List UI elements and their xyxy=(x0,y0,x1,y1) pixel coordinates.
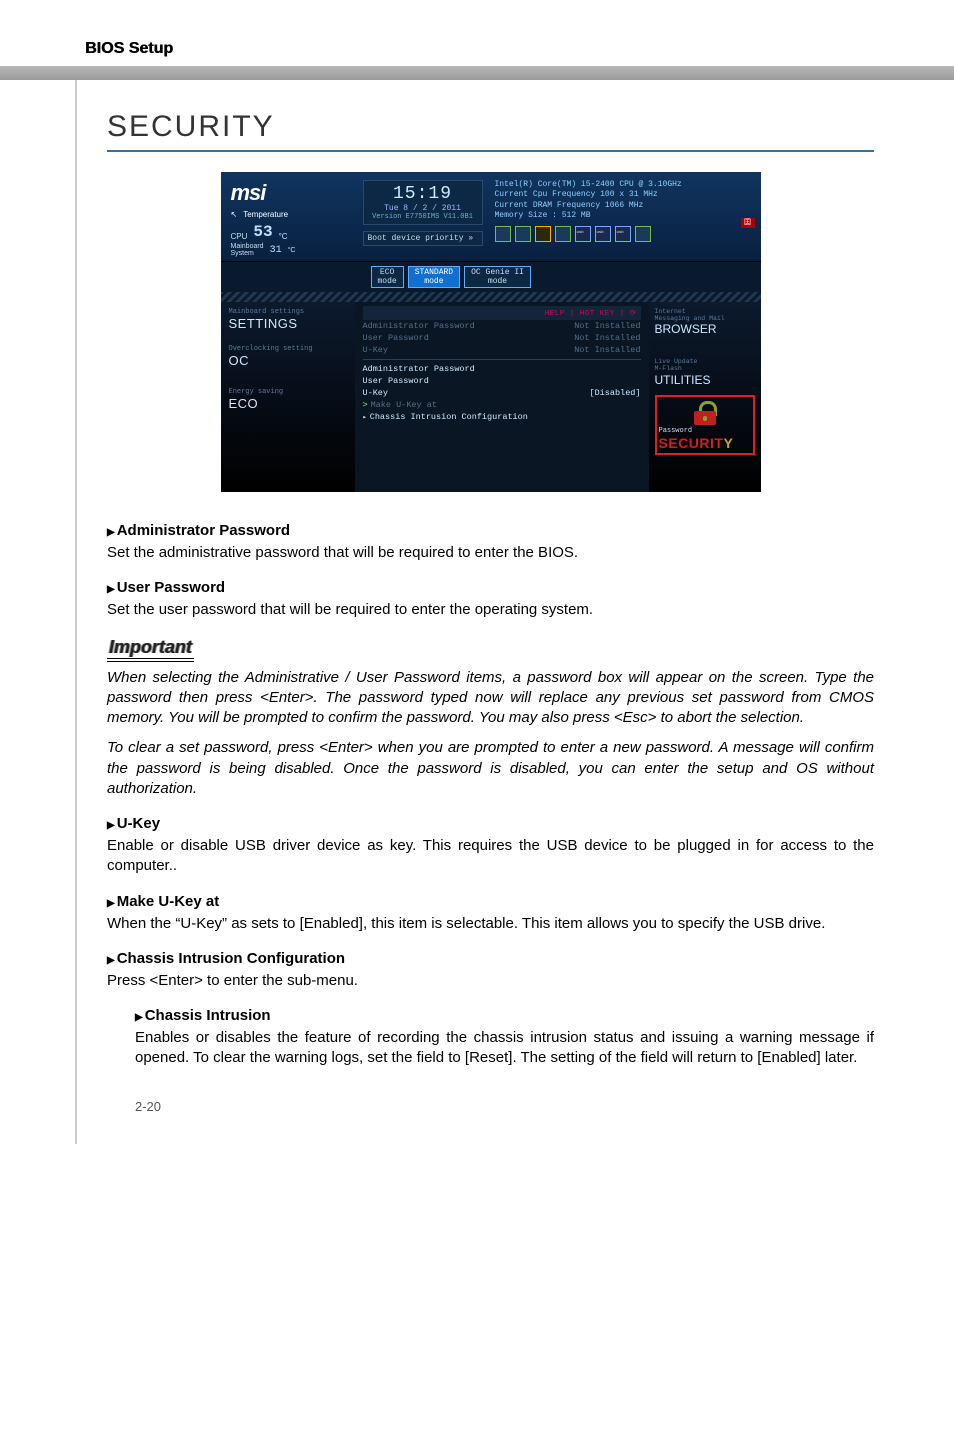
msi-logo: msi xyxy=(231,180,351,206)
heading-make-ukey: ▶Make U-Key at xyxy=(107,893,874,910)
triangle-icon: ▶ xyxy=(107,955,115,966)
text-admin-password: Set the administrative password that wil… xyxy=(107,543,874,563)
clock-date: Tue 8 / 2 / 2011 xyxy=(370,204,476,213)
row-make-ukey[interactable]: Make U-Key at xyxy=(363,399,641,411)
sidebar-item-oc[interactable]: Overclocking setting OC xyxy=(229,345,349,368)
cpu-label: CPU xyxy=(231,232,248,241)
cpu-temperature-value: 53 xyxy=(253,223,272,241)
mode-tabs: ECO mode STANDARD mode OC Genie II mode xyxy=(221,262,761,292)
text-important-p1: When selecting the Administrative / User… xyxy=(107,668,874,729)
boot-device-icons xyxy=(495,226,751,242)
heading-chassis-intrusion: ▶Chassis Intrusion xyxy=(135,1007,874,1024)
header-separator-bar xyxy=(0,66,954,80)
text-ukey: Enable or disable USB driver device as k… xyxy=(107,836,874,877)
section-title: SECURITY xyxy=(107,110,874,152)
cursor-icon: ↖ xyxy=(231,210,238,219)
sysinfo-dram-freq: Current DRAM Frequency 1066 MHz xyxy=(495,201,751,211)
separator xyxy=(363,359,641,360)
heading-chassis-config: ▶Chassis Intrusion Configuration xyxy=(107,950,874,967)
tab-ocgenie-mode[interactable]: OC Genie II mode xyxy=(464,266,531,288)
usb-icon[interactable] xyxy=(575,226,591,242)
text-chassis-config: Press <Enter> to enter the sub-menu. xyxy=(107,971,874,991)
eco-label: ECO xyxy=(229,396,349,411)
hdd-icon[interactable] xyxy=(515,226,531,242)
mainboard-label: Mainboard System xyxy=(231,243,264,257)
temperature-label: Temperature xyxy=(243,210,288,219)
sidebar-item-browser[interactable]: Internet Messaging and Mail BROWSER xyxy=(655,308,755,336)
row-ukey[interactable]: U-Key[Disabled] xyxy=(363,387,641,399)
bios-screenshot: msi ↖ Temperature CPU 53 °C Mainboard Sys… xyxy=(221,172,761,492)
heading-ukey: ▶U-Key xyxy=(107,815,874,832)
sidebar-item-security-highlighted[interactable]: Password SECURITY xyxy=(655,395,755,455)
utilities-label: UTILITIES xyxy=(655,373,755,387)
usb-icon-3[interactable] xyxy=(615,226,631,242)
clock-time: 15:19 xyxy=(370,184,476,204)
left-sidebar: Mainboard settings SETTINGS Overclocking… xyxy=(221,302,355,492)
heading-admin-password: ▶Administrator Password xyxy=(107,522,874,539)
language-flag-icon[interactable]: 囯 xyxy=(741,218,755,228)
settings-label: SETTINGS xyxy=(229,316,349,331)
row-user-password[interactable]: User Password xyxy=(363,375,641,387)
system-info-block: Intel(R) Core(TM) i5-2400 CPU @ 3.10GHz … xyxy=(495,180,751,242)
heading-user-password: ▶User Password xyxy=(107,579,874,596)
triangle-icon: ▶ xyxy=(107,527,115,538)
sidebar-item-eco[interactable]: Energy saving ECO xyxy=(229,388,349,411)
sysinfo-cpu: Intel(R) Core(TM) i5-2400 CPU @ 3.10GHz xyxy=(495,180,751,190)
row-ukey-status: U-KeyNot Installed xyxy=(363,344,641,356)
eco-caption: Energy saving xyxy=(229,388,349,396)
boot-device-priority-button[interactable]: Boot device priority » xyxy=(363,231,483,246)
stripe-separator xyxy=(221,292,761,302)
mb-temp-unit: °C xyxy=(288,247,296,254)
text-user-password: Set the user password that will be requi… xyxy=(107,600,874,620)
settings-caption: Mainboard settings xyxy=(229,308,349,316)
help-hotkey-bar[interactable]: HELP | HOT KEY | ⟳ xyxy=(363,306,641,320)
utilities-caption: Live Update M-Flash xyxy=(655,358,755,372)
oc-label: OC xyxy=(229,353,349,368)
text-important-p2: To clear a set password, press <Enter> w… xyxy=(107,738,874,799)
triangle-icon: ▶ xyxy=(135,1012,143,1023)
page-header: BIOS Setup xyxy=(85,40,173,57)
heading-important: Important xyxy=(107,637,194,662)
mainboard-temperature-value: 31 xyxy=(270,245,282,256)
triangle-icon: ▶ xyxy=(107,898,115,909)
oc-caption: Overclocking setting xyxy=(229,345,349,353)
center-panel: HELP | HOT KEY | ⟳ Administrator Passwor… xyxy=(355,302,649,492)
sidebar-item-settings[interactable]: Mainboard settings SETTINGS xyxy=(229,308,349,331)
network-icon[interactable] xyxy=(635,226,651,242)
security-label: SECURITY xyxy=(659,435,751,451)
sysinfo-cpu-freq: Current Cpu Frequency 100 x 31 MHz xyxy=(495,190,751,200)
right-sidebar: Internet Messaging and Mail BROWSER Live… xyxy=(649,302,761,492)
row-admin-password[interactable]: Administrator Password xyxy=(363,363,641,375)
cpu-temp-unit: °C xyxy=(279,232,288,241)
triangle-icon: ▶ xyxy=(107,584,115,595)
row-admin-password-status: Administrator PasswordNot Installed xyxy=(363,320,641,332)
security-caption: Password xyxy=(659,427,751,435)
lock-icon xyxy=(690,401,720,425)
page-number: 2-20 xyxy=(107,1099,874,1114)
tab-standard-mode[interactable]: STANDARD mode xyxy=(408,266,460,288)
row-chassis-intrusion-config[interactable]: Chassis Intrusion Configuration xyxy=(363,411,641,423)
triangle-icon: ▶ xyxy=(107,820,115,831)
browser-label: BROWSER xyxy=(655,322,755,336)
clock-box: 15:19 Tue 8 / 2 / 2011 Version E7750IMS … xyxy=(363,180,483,225)
text-make-ukey: When the “U-Key” as sets to [Enabled], t… xyxy=(107,914,874,934)
browser-caption: Internet Messaging and Mail xyxy=(655,308,755,322)
row-user-password-status: User PasswordNot Installed xyxy=(363,332,641,344)
tab-eco-mode[interactable]: ECO mode xyxy=(371,266,404,288)
bios-version: Version E7750IMS V11.0B1 xyxy=(370,213,476,221)
sysinfo-mem: Memory Size : 512 MB xyxy=(495,211,751,221)
usb-icon-2[interactable] xyxy=(595,226,611,242)
floppy-icon[interactable] xyxy=(495,226,511,242)
sidebar-item-utilities[interactable]: Live Update M-Flash UTILITIES xyxy=(655,358,755,386)
drive-icon[interactable] xyxy=(555,226,571,242)
text-chassis-intrusion: Enables or disables the feature of recor… xyxy=(135,1028,874,1069)
cd-icon[interactable] xyxy=(535,226,551,242)
